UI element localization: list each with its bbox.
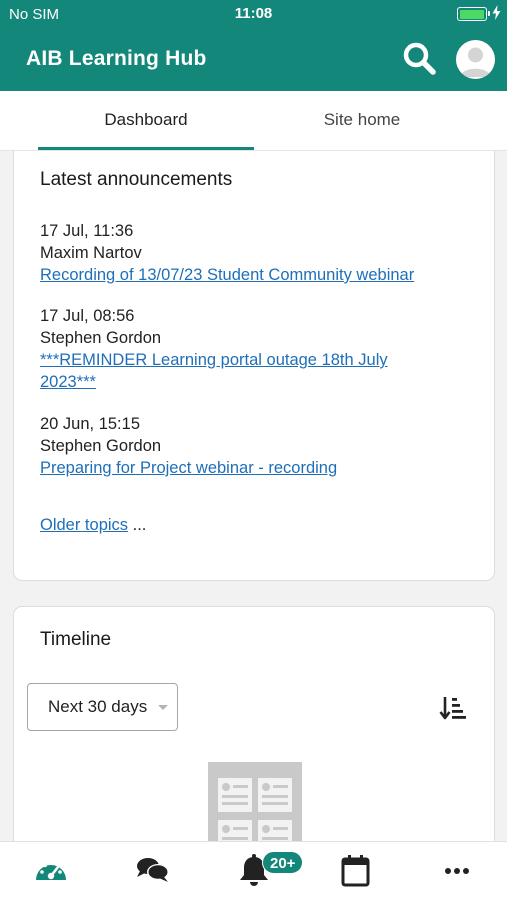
more-icon[interactable] bbox=[437, 852, 477, 888]
empty-timeline-illustration bbox=[208, 762, 302, 841]
messages-icon[interactable] bbox=[133, 852, 173, 888]
timeline-filter-value: Next 30 days bbox=[48, 697, 148, 716]
announcements-card: Latest announcements 17 Jul, 11:36 Maxim… bbox=[13, 151, 495, 581]
tab-bar: Dashboard Site home bbox=[0, 91, 507, 151]
app-header: No SIM 11:08 AIB Learning Hub bbox=[0, 0, 507, 91]
user-avatar-icon[interactable] bbox=[456, 40, 495, 79]
announcement-author: Stephen Gordon bbox=[40, 437, 162, 455]
older-topics-ellipsis: ... bbox=[128, 516, 147, 534]
announcement-item: 17 Jul, 11:36 Maxim Nartov Recording of … bbox=[40, 220, 470, 286]
announcement-item: 20 Jun, 15:15 Stephen Gordon Preparing f… bbox=[40, 413, 470, 479]
tab-site-home[interactable]: Site home bbox=[254, 91, 470, 151]
search-icon[interactable] bbox=[401, 40, 439, 78]
older-topics: Older topics ... bbox=[40, 516, 146, 535]
status-bar: No SIM 11:08 bbox=[0, 0, 507, 28]
announcement-date: 20 Jun, 15:15 bbox=[40, 415, 140, 433]
timeline-card: Timeline Next 30 days bbox=[13, 606, 495, 841]
chevron-down-icon bbox=[158, 705, 168, 710]
tab-dashboard[interactable]: Dashboard bbox=[38, 91, 254, 151]
battery-icon bbox=[457, 7, 490, 21]
announcement-date: 17 Jul, 08:56 bbox=[40, 307, 135, 325]
active-tab-indicator bbox=[38, 147, 254, 150]
announcement-author: Maxim Nartov bbox=[40, 244, 142, 262]
bottom-navigation: 20+ bbox=[0, 841, 507, 900]
announcement-author: Stephen Gordon bbox=[40, 329, 162, 347]
notification-badge: 20+ bbox=[262, 851, 304, 874]
announcement-link[interactable]: Preparing for Project webinar - recordin… bbox=[40, 459, 337, 477]
app-title: AIB Learning Hub bbox=[26, 47, 207, 70]
timeline-filter-select[interactable]: Next 30 days bbox=[27, 683, 178, 731]
dashboard-content[interactable]: Latest announcements 17 Jul, 11:36 Maxim… bbox=[0, 151, 507, 841]
charging-icon bbox=[492, 5, 501, 20]
calendar-icon[interactable] bbox=[336, 852, 376, 888]
announcements-title: Latest announcements bbox=[40, 169, 233, 190]
dashboard-icon[interactable] bbox=[31, 852, 71, 888]
app-screen: No SIM 11:08 AIB Learning Hub Dashboard … bbox=[0, 0, 507, 900]
announcement-date: 17 Jul, 11:36 bbox=[40, 222, 134, 240]
timeline-title: Timeline bbox=[40, 629, 112, 650]
clock: 11:08 bbox=[234, 5, 273, 22]
announcement-link[interactable]: Recording of 13/07/23 Student Community … bbox=[40, 266, 414, 284]
announcement-link[interactable]: ***REMINDER Learning portal outage 18th … bbox=[40, 349, 430, 393]
older-topics-link[interactable]: Older topics bbox=[40, 516, 128, 534]
announcement-item: 17 Jul, 08:56 Stephen Gordon ***REMINDER… bbox=[40, 305, 470, 393]
sort-icon[interactable] bbox=[439, 693, 469, 723]
